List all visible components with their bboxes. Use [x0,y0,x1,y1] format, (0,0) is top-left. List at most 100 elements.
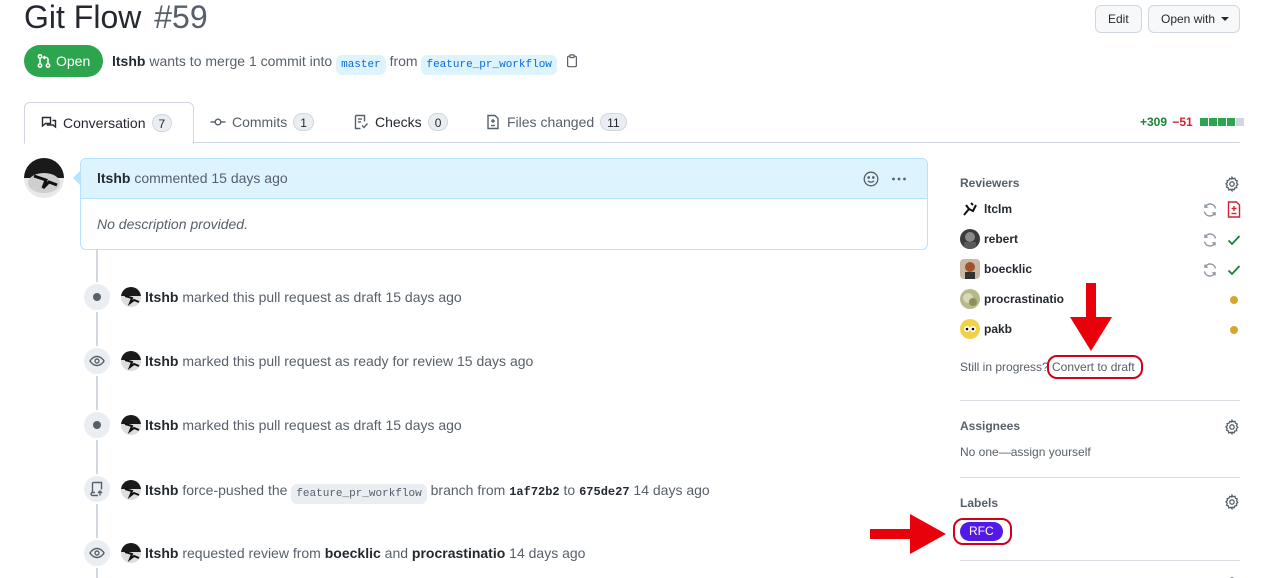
gear-icon[interactable] [1224,494,1240,510]
head-branch[interactable]: feature_pr_workflow [421,55,557,75]
avatar[interactable] [121,543,141,563]
checklist-icon [354,114,369,130]
assignees-heading[interactable]: Assignees [960,419,1020,433]
sync-icon[interactable] [1202,262,1218,278]
diff-block [1218,118,1227,126]
event-text: and [384,545,409,561]
sync-icon[interactable] [1202,232,1218,248]
event-text: requested review from [182,545,321,561]
timeline-event: ltshb marked this pull request as draft … [145,288,462,306]
tab-counter: 11 [600,113,627,131]
comment-caret [73,171,80,185]
gear-icon[interactable] [1224,176,1240,192]
comment-action: commented 15 days ago [134,170,288,186]
author-link[interactable]: ltshb [112,53,145,69]
sidebar-divider [960,560,1240,561]
open-with-button[interactable]: Open with [1148,5,1240,33]
diff-additions: +309 [1140,115,1168,129]
pr-number: #59 [154,0,208,35]
avatar[interactable] [960,319,980,339]
event-branch[interactable]: feature_pr_workflow [291,484,427,504]
caret-down-icon [1221,17,1230,21]
annotation-arrow-icon [1070,283,1112,351]
event-user[interactable]: procrastinatio [412,545,505,561]
assignees-text[interactable]: No one—assign yourself [960,445,1091,459]
pr-title: Git Flow [24,0,142,35]
commit-sha[interactable]: 1af72b2 [509,485,559,499]
event-time: 14 days ago [509,545,586,561]
sidebar-divider [960,477,1240,478]
reviewer-name[interactable]: rebert [984,232,1018,246]
avatar[interactable] [121,415,141,435]
diff-block [1200,118,1209,126]
annotation-highlight [1047,355,1143,379]
tab-label: Commits [232,114,288,130]
comment-body: No description provided. [97,216,248,232]
labels-heading[interactable]: Labels [960,496,998,510]
tab-files-changed[interactable]: Files changed 11 [485,102,627,143]
diff-block [1227,118,1236,126]
status-badge: Open [24,45,104,77]
status-label: Open [56,53,91,69]
event-author[interactable]: ltshb [145,289,178,305]
sync-icon[interactable] [1202,202,1218,218]
tab-checks[interactable]: Checks 0 [353,102,449,143]
file-diff-icon [1227,201,1241,218]
pr-meta: ltshb wants to merge 1 commit into maste… [112,52,579,75]
repo-push-icon [90,481,103,497]
reviewer-name[interactable]: pakb [984,322,1012,336]
event-author[interactable]: ltshb [145,353,178,369]
commit-icon [210,118,226,126]
timeline-badge [82,410,112,440]
avatar[interactable] [960,289,980,309]
tab-commits[interactable]: Commits 1 [210,102,314,143]
event-text: marked this pull request as ready for re… [182,353,534,369]
eye-icon [89,547,105,559]
avatar[interactable] [121,287,141,307]
timeline-event: ltshb requested review from boecklic and… [145,544,585,562]
commit-sha[interactable]: 675de27 [579,485,629,499]
reviewer-name[interactable]: procrastinatio [984,292,1064,306]
gear-icon[interactable] [1224,419,1240,435]
eye-icon [89,355,105,367]
annotation-highlight [953,518,1012,545]
check-icon [1227,235,1241,246]
dot-icon [93,293,101,301]
open-with-label: Open with [1161,12,1216,26]
tab-label: Conversation [63,115,146,131]
event-author[interactable]: ltshb [145,482,178,498]
pending-dot-icon [1230,326,1238,334]
avatar[interactable] [960,229,980,249]
copy-icon[interactable] [565,54,579,68]
avatar[interactable] [24,158,64,198]
comment-meta: ltshb commented 15 days ago [97,170,288,186]
avatar[interactable] [960,259,980,279]
event-text: marked this pull request as draft 15 day… [182,289,462,305]
diff-block [1209,118,1218,126]
edit-button[interactable]: Edit [1095,5,1142,33]
sidebar-divider [960,400,1240,401]
reviewers-heading[interactable]: Reviewers [960,176,1019,190]
event-user[interactable]: boecklic [325,545,381,561]
avatar[interactable] [121,351,141,371]
avatar[interactable] [960,199,980,219]
tab-conversation[interactable]: Conversation 7 [24,102,194,144]
diffstat: +309 −51 [1140,115,1245,129]
tab-counter: 1 [293,113,314,131]
diff-block [1236,118,1245,126]
timeline-badge [82,474,112,504]
tab-bar [24,102,1240,143]
event-time: 14 days ago [633,482,710,498]
reviewer-name[interactable]: ltclm [984,202,1012,216]
smiley-icon[interactable] [863,171,879,187]
timeline-event: ltshb force-pushed the feature_pr_workfl… [145,481,710,504]
kebab-horizontal-icon[interactable] [891,171,907,187]
gear-icon[interactable] [1224,572,1240,578]
pull-request-icon [37,54,51,68]
base-branch[interactable]: master [336,55,386,75]
avatar[interactable] [121,480,141,500]
event-author[interactable]: ltshb [145,545,178,561]
reviewer-name[interactable]: boecklic [984,262,1032,276]
event-author[interactable]: ltshb [145,417,178,433]
comment-author[interactable]: ltshb [97,170,130,186]
